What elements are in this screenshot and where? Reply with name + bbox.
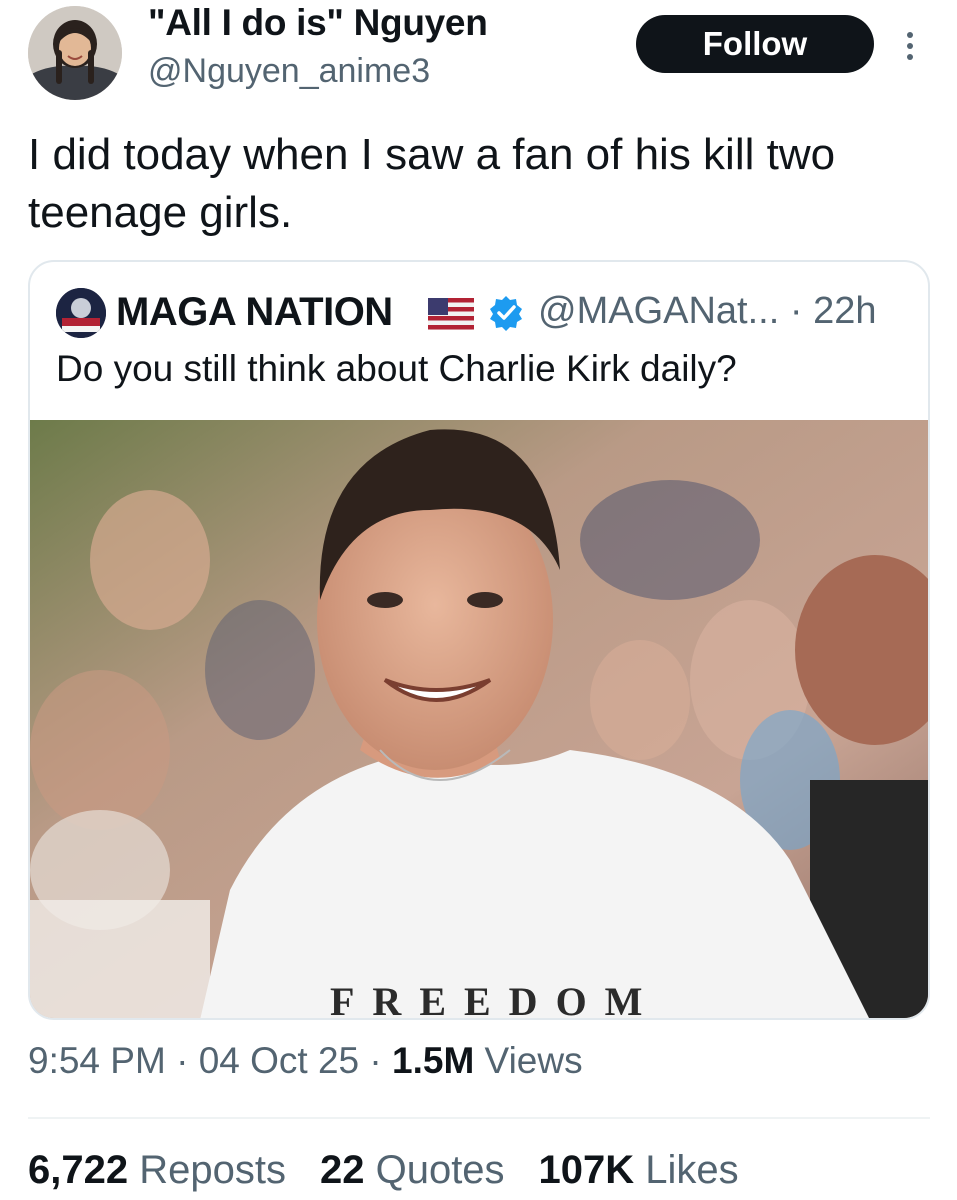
- likes-count: 107K: [538, 1148, 635, 1192]
- quoted-author-handle: @MAGANat... · 22h: [538, 290, 876, 333]
- quoted-tweet-card[interactable]: MAGA NATION @MAGANat... · 22h Do you sti…: [28, 260, 930, 1020]
- tweet-meta: 9:54 PM · 04 Oct 25 · 1.5M Views: [28, 1040, 583, 1082]
- meta-separator: ·: [165, 1040, 199, 1081]
- quoted-tweet-photo[interactable]: FREEDOM: [30, 420, 928, 1020]
- quoted-author-avatar[interactable]: [56, 288, 106, 338]
- quoted-tweet-text: Do you still think about Charlie Kirk da…: [56, 348, 737, 389]
- views-count: 1.5M: [392, 1040, 475, 1081]
- us-flag-icon: [428, 298, 474, 330]
- quoted-handle-text[interactable]: @MAGANat...: [538, 290, 779, 332]
- follow-button[interactable]: Follow: [636, 15, 874, 73]
- quoted-author-name[interactable]: MAGA NATION: [116, 290, 393, 335]
- tweet-stats: 6,722 Reposts 22 Quotes 107K Likes: [28, 1148, 739, 1193]
- maga-nation-logo-icon: [56, 288, 106, 338]
- tweet-text: I did today when I saw a fan of his kill…: [28, 130, 836, 237]
- quoted-separator: ·: [779, 290, 814, 332]
- likes-stat[interactable]: 107K Likes: [539, 1148, 739, 1193]
- author-avatar[interactable]: [28, 6, 122, 100]
- quoted-timestamp[interactable]: 22h: [813, 290, 876, 332]
- author-avatar-image: [28, 6, 122, 100]
- divider: [28, 1117, 930, 1119]
- quotes-stat[interactable]: 22 Quotes: [320, 1148, 505, 1193]
- reposts-stat[interactable]: 6,722 Reposts: [28, 1148, 286, 1193]
- quoted-photo-image: FREEDOM: [30, 420, 928, 1020]
- meta-separator: ·: [359, 1040, 393, 1081]
- quotes-count: 22: [319, 1148, 365, 1192]
- views-label: Views: [474, 1040, 583, 1081]
- author-handle[interactable]: @Nguyen_anime3: [148, 52, 430, 91]
- tweet-date[interactable]: 04 Oct 25: [199, 1040, 359, 1081]
- more-vertical-icon[interactable]: [896, 24, 924, 68]
- quotes-label: Quotes: [364, 1148, 505, 1192]
- reposts-count: 6,722: [28, 1148, 129, 1192]
- verified-badge-icon: [490, 296, 522, 331]
- likes-label: Likes: [634, 1148, 739, 1192]
- reposts-label: Reposts: [128, 1148, 286, 1192]
- photo-shirt-text: FREEDOM: [330, 979, 660, 1020]
- tweet-time[interactable]: 9:54 PM: [28, 1040, 166, 1081]
- author-name[interactable]: "All I do is" Nguyen: [148, 2, 488, 44]
